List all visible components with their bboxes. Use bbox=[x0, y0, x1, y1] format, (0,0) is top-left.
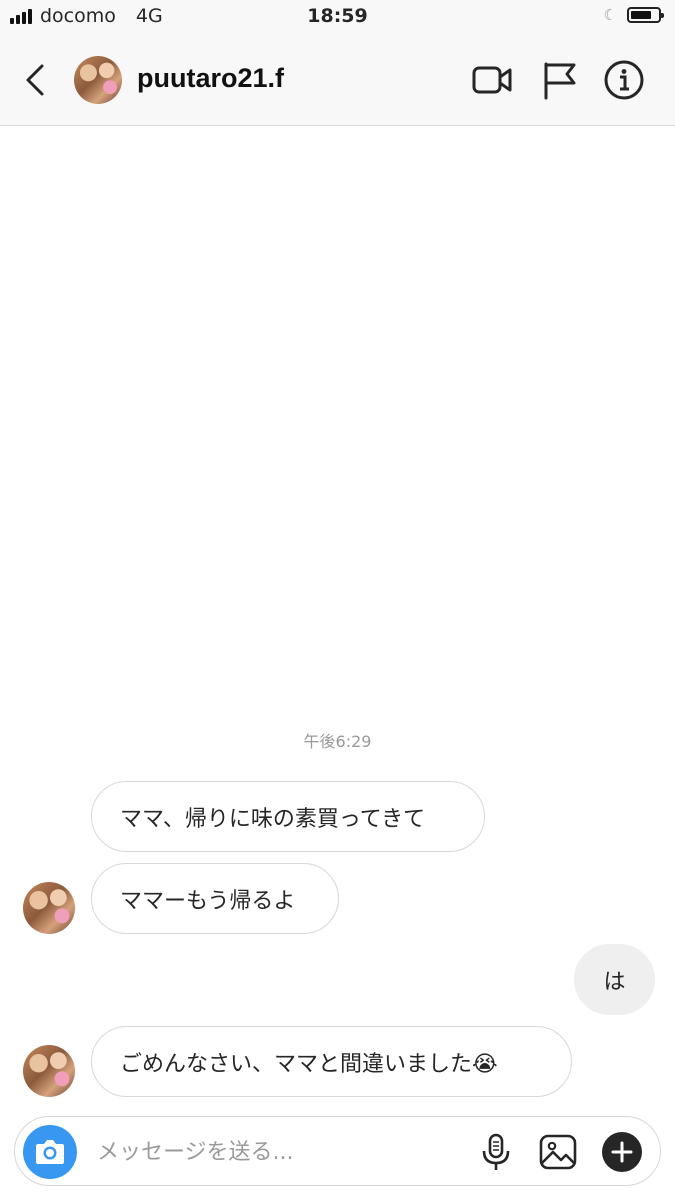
sender-avatar[interactable] bbox=[23, 1045, 75, 1097]
gallery-icon bbox=[539, 1134, 577, 1170]
message-timestamp: 午後6:29 bbox=[303, 732, 372, 751]
message-input[interactable] bbox=[97, 1133, 457, 1171]
status-time: 18:59 bbox=[307, 5, 368, 27]
back-button[interactable] bbox=[18, 60, 54, 100]
message-composer bbox=[14, 1116, 661, 1186]
message-bubble-sent[interactable]: は bbox=[574, 944, 655, 1015]
microphone-icon bbox=[482, 1133, 510, 1170]
message-text: ママーもう帰るよ bbox=[120, 888, 296, 914]
message-text: は bbox=[603, 969, 626, 995]
do-not-disturb-icon: ☾ bbox=[603, 6, 617, 24]
info-icon bbox=[604, 60, 644, 100]
message-bubble-received[interactable]: ごめんなさい、ママと間違いました😭 bbox=[91, 1026, 572, 1097]
message-text: ママ、帰りに味の素買ってきて bbox=[120, 806, 426, 832]
chat-header: puutaro21.f bbox=[0, 34, 675, 126]
message-bubble-received[interactable]: ママ、帰りに味の素買ってきて bbox=[91, 781, 485, 852]
info-button[interactable] bbox=[602, 58, 646, 102]
status-bar: docomo 4G 18:59 ☾ bbox=[0, 0, 675, 34]
message-text: ごめんなさい、ママと間違いました😭 bbox=[120, 1051, 498, 1077]
sender-avatar[interactable] bbox=[23, 882, 75, 934]
status-bar-right: ☾ bbox=[603, 6, 664, 24]
chat-username[interactable]: puutaro21.f bbox=[137, 63, 284, 94]
report-button[interactable] bbox=[538, 58, 582, 102]
gallery-button[interactable] bbox=[537, 1131, 579, 1173]
profile-avatar[interactable] bbox=[74, 56, 122, 104]
camera-icon bbox=[36, 1140, 64, 1164]
battery-icon bbox=[627, 7, 664, 23]
more-options-button[interactable] bbox=[601, 1131, 643, 1173]
video-call-icon bbox=[472, 66, 512, 94]
video-call-button[interactable] bbox=[470, 58, 514, 102]
camera-button[interactable] bbox=[23, 1125, 77, 1179]
back-chevron-icon bbox=[26, 64, 44, 96]
message-bubble-received[interactable]: ママーもう帰るよ bbox=[91, 863, 339, 934]
flag-icon bbox=[544, 62, 576, 100]
voice-message-button[interactable] bbox=[475, 1131, 517, 1173]
plus-icon bbox=[602, 1132, 642, 1172]
